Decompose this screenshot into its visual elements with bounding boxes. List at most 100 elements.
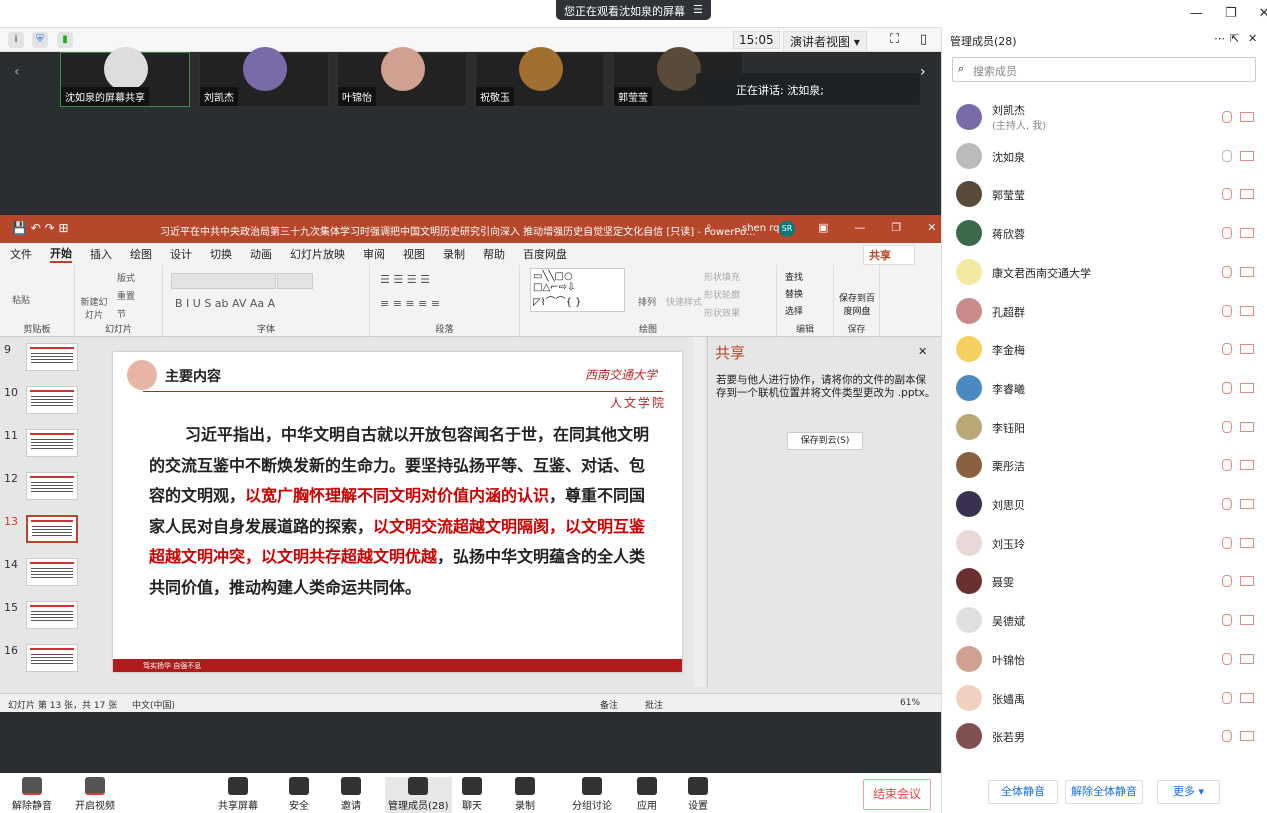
mic-muted-icon[interactable] xyxy=(1222,304,1232,317)
shape-fill-button[interactable]: 形状填充 xyxy=(704,270,740,283)
camera-off-icon[interactable] xyxy=(1240,228,1254,239)
member-row[interactable]: 郭莹莹 xyxy=(956,176,1256,212)
video-tile[interactable]: 沈如泉的屏幕共享 xyxy=(60,47,190,107)
shape-effect-button[interactable]: 形状效果 xyxy=(704,306,740,319)
camera-off-icon[interactable] xyxy=(1240,731,1254,742)
save-baidu-button[interactable]: 保存到百度网盘 xyxy=(838,291,876,317)
member-row[interactable]: 聂雯 xyxy=(956,563,1256,599)
member-row[interactable]: 沈如泉 xyxy=(956,138,1256,174)
member-row[interactable]: 吴德斌 xyxy=(956,602,1256,638)
control-button[interactable]: 分组讨论 xyxy=(572,777,612,812)
member-row[interactable]: 刘玉玲 xyxy=(956,525,1256,561)
mic-muted-icon[interactable] xyxy=(1222,381,1232,394)
tab-help[interactable]: 帮助 xyxy=(483,246,505,262)
camera-off-icon[interactable] xyxy=(1240,421,1254,432)
mic-muted-icon[interactable] xyxy=(1222,575,1232,588)
slide-thumbnail[interactable] xyxy=(26,429,78,457)
mic-muted-icon[interactable] xyxy=(1222,459,1232,472)
slide-thumbnail[interactable] xyxy=(26,472,78,500)
member-row[interactable]: 刘思贝 xyxy=(956,486,1256,522)
member-row[interactable]: 孔超群 xyxy=(956,293,1256,329)
member-row[interactable]: 叶锦怡 xyxy=(956,641,1256,677)
mic-muted-icon[interactable] xyxy=(1222,652,1232,665)
section-button[interactable]: 节 xyxy=(117,307,126,320)
control-button[interactable]: 设置 xyxy=(688,777,708,812)
member-row[interactable]: 李睿曦 xyxy=(956,370,1256,406)
close-icon[interactable]: ✕ xyxy=(1248,32,1257,45)
mic-muted-icon[interactable] xyxy=(1222,420,1232,433)
mic-muted-icon[interactable] xyxy=(1222,188,1232,201)
tab-home[interactable]: 开始 xyxy=(50,245,72,263)
member-row[interactable]: 栗彤洁 xyxy=(956,447,1256,483)
control-button[interactable]: 共享屏幕 xyxy=(218,777,258,812)
restore-icon[interactable]: ❐ xyxy=(891,221,901,234)
camera-off-icon[interactable] xyxy=(1240,692,1254,703)
slide-thumbnail[interactable] xyxy=(26,644,78,672)
search-icon[interactable]: ⌕ xyxy=(706,221,712,232)
sharing-banner[interactable]: 您正在观看沈如泉的屏幕 ☰ xyxy=(556,0,711,20)
popout-icon[interactable]: ⇱ xyxy=(1230,32,1239,45)
close-icon[interactable]: ✕ xyxy=(927,221,936,234)
member-row[interactable]: 李钰阳 xyxy=(956,409,1256,445)
quick-style-button[interactable]: 快速样式 xyxy=(666,295,702,308)
member-row[interactable]: 蒋欣蓉 xyxy=(956,215,1256,251)
next-tiles-icon[interactable]: › xyxy=(920,64,926,80)
camera-off-icon[interactable] xyxy=(1240,653,1254,664)
camera-off-icon[interactable] xyxy=(1240,189,1254,200)
minimize-icon[interactable]: — xyxy=(854,221,865,234)
mic-muted-icon[interactable] xyxy=(1222,614,1232,627)
member-row[interactable]: 刘凯杰 (主持人, 我) xyxy=(956,99,1256,135)
tab-insert[interactable]: 插入 xyxy=(90,246,112,262)
camera-off-icon[interactable] xyxy=(1240,460,1254,471)
quick-access-icons[interactable]: 💾 ↶ ↷ ⊞ xyxy=(12,221,69,235)
more-icon[interactable]: ⋯ xyxy=(1214,32,1225,45)
tab-draw[interactable]: 绘图 xyxy=(130,246,152,262)
control-button[interactable]: 聊天 xyxy=(462,777,482,812)
close-icon[interactable]: ✕ xyxy=(918,345,927,358)
tab-view[interactable]: 视图 xyxy=(403,246,425,262)
replace-button[interactable]: 替换 xyxy=(785,287,803,300)
control-button[interactable]: 应用 xyxy=(637,777,657,812)
new-slide-button[interactable]: 新建幻灯片 xyxy=(79,295,109,321)
member-row[interactable]: 张嫱禹 xyxy=(956,680,1256,716)
camera-off-icon[interactable] xyxy=(1240,305,1254,316)
tab-record[interactable]: 录制 xyxy=(443,246,465,262)
comments-button[interactable]: 批注 xyxy=(645,698,663,711)
slide-thumbnail[interactable] xyxy=(26,515,78,543)
camera-off-icon[interactable] xyxy=(1240,576,1254,587)
mic-muted-icon[interactable] xyxy=(1222,691,1232,704)
search-input[interactable]: 搜索成员 xyxy=(952,57,1256,82)
paste-button[interactable]: 粘贴 xyxy=(12,293,30,306)
select-button[interactable]: 选择 xyxy=(785,304,803,317)
mic-muted-icon[interactable] xyxy=(1222,111,1232,123)
slide-thumbnail[interactable] xyxy=(26,386,78,414)
end-meeting-button[interactable]: 结束会议 xyxy=(863,779,931,810)
prev-tiles-icon[interactable]: ‹ xyxy=(14,64,20,80)
camera-off-icon[interactable] xyxy=(1240,382,1254,393)
sidebar-toggle-icon[interactable]: ▯ xyxy=(920,32,927,47)
camera-off-icon[interactable] xyxy=(1240,344,1254,355)
mic-muted-icon[interactable] xyxy=(1222,149,1232,162)
shape-outline-button[interactable]: 形状轮廓 xyxy=(704,288,740,301)
tab-slideshow[interactable]: 幻灯片放映 xyxy=(290,246,345,262)
control-button[interactable]: 安全 xyxy=(289,777,309,812)
font-size-select[interactable] xyxy=(277,273,313,289)
video-tile[interactable]: 叶锦怡 xyxy=(337,47,467,107)
zoom-level[interactable]: 61% xyxy=(900,698,920,708)
language[interactable]: 中文(中国) xyxy=(132,698,175,711)
slide-thumbnail[interactable] xyxy=(26,343,78,371)
tab-baidu[interactable]: 百度网盘 xyxy=(523,246,567,262)
signal-icon[interactable]: ▮ xyxy=(57,32,73,48)
notes-button[interactable]: 备注 xyxy=(600,698,618,711)
slide-thumbnail[interactable] xyxy=(26,558,78,586)
shield-icon[interactable]: ⛨ xyxy=(32,32,48,48)
tab-design[interactable]: 设计 xyxy=(170,246,192,262)
list-buttons[interactable]: ☰ ☰ ☰ ☰ xyxy=(380,273,430,286)
tab-animations[interactable]: 动画 xyxy=(250,246,272,262)
tab-review[interactable]: 审阅 xyxy=(363,246,385,262)
camera-off-icon[interactable] xyxy=(1240,150,1254,161)
unmute-all-button[interactable]: 解除全体静音 xyxy=(1065,780,1143,804)
tab-file[interactable]: 文件 xyxy=(10,246,32,262)
font-format-buttons[interactable]: B I U S ab AV Aa A xyxy=(175,297,275,310)
close-icon[interactable]: ✕ xyxy=(1259,6,1267,21)
